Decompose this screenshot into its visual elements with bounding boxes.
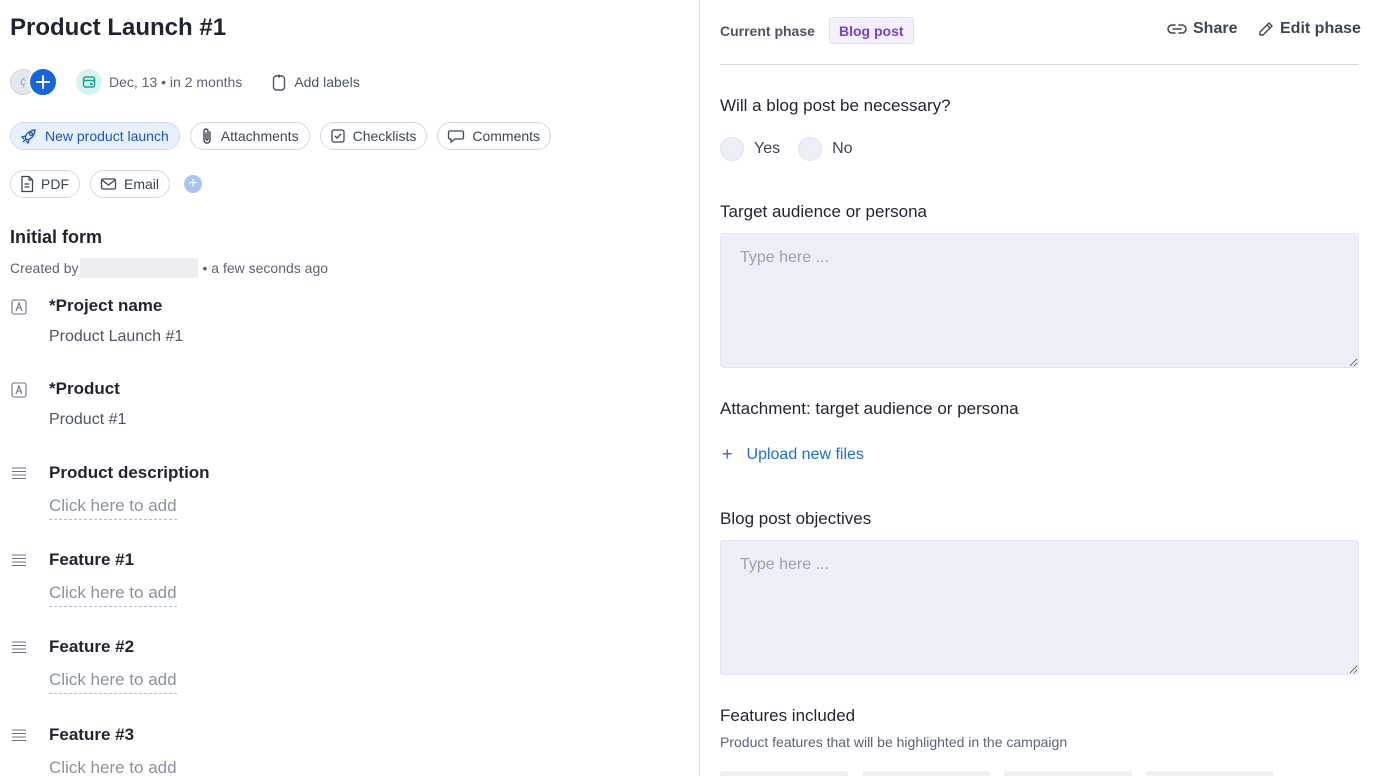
label-icon bbox=[273, 74, 286, 91]
field-label: Product description bbox=[49, 463, 210, 482]
field-feature-3: Feature #3 Click here to add bbox=[0, 725, 600, 776]
meta-row: ḉ Dec, 13 • in 2 months Add labels bbox=[10, 66, 360, 98]
field-value[interactable]: Product #1 bbox=[49, 411, 126, 429]
plus-icon bbox=[36, 75, 50, 89]
chip-email[interactable]: Email bbox=[90, 170, 171, 198]
question-blog-necessary: Will a blog post be necessary? bbox=[720, 96, 951, 115]
question-attachment: Attachment: target audience or persona bbox=[720, 399, 1019, 418]
question-objectives: Blog post objectives bbox=[720, 509, 872, 528]
feature-option[interactable] bbox=[1004, 771, 1132, 776]
paragraph-icon bbox=[12, 641, 26, 654]
radio-yes[interactable] bbox=[720, 137, 744, 161]
paragraph-icon bbox=[12, 554, 26, 567]
feature-option[interactable] bbox=[720, 771, 848, 776]
field-label: Feature #2 bbox=[49, 637, 135, 656]
record-panel: Product Launch #1 ḉ Dec, 13 • in 2 month… bbox=[0, 0, 700, 776]
pencil-icon bbox=[1259, 21, 1273, 36]
chip-checklists[interactable]: Checklists bbox=[319, 122, 428, 150]
paragraph-icon bbox=[12, 729, 26, 742]
add-member-button[interactable] bbox=[28, 67, 58, 97]
question-features: Features included bbox=[720, 706, 856, 725]
chip-pdf[interactable]: PDF bbox=[10, 170, 80, 198]
target-audience-input[interactable] bbox=[720, 233, 1359, 368]
add-labels-button[interactable]: Add labels bbox=[294, 74, 359, 90]
chip-label: Attachments bbox=[220, 128, 299, 144]
chip-label: Email bbox=[124, 176, 160, 192]
chip-label: PDF bbox=[41, 176, 69, 192]
field-label: *Project name bbox=[49, 296, 163, 315]
chip-label: Checklists bbox=[352, 128, 417, 144]
question-target-audience: Target audience or persona bbox=[720, 202, 927, 221]
radio-no[interactable] bbox=[798, 137, 823, 161]
radio-group: Yes No bbox=[720, 137, 871, 161]
click-to-add[interactable]: Click here to add bbox=[49, 670, 177, 694]
radio-label-no[interactable]: No bbox=[832, 140, 852, 158]
click-to-add[interactable]: Click here to add bbox=[49, 758, 177, 776]
chip-new-product-launch[interactable]: New product launch bbox=[10, 122, 180, 150]
action-chips: New product launch Attachments Checklist… bbox=[10, 122, 610, 198]
share-label: Share bbox=[1193, 20, 1238, 37]
edit-phase-button[interactable]: Edit phase bbox=[1257, 20, 1361, 38]
feature-option[interactable] bbox=[862, 771, 990, 776]
plus-icon: + bbox=[722, 444, 733, 464]
due-date[interactable]: Dec, 13 • in 2 months bbox=[109, 74, 242, 90]
edit-phase-label: Edit phase bbox=[1280, 20, 1361, 37]
feature-options bbox=[720, 771, 1274, 776]
text-field-icon bbox=[11, 382, 27, 398]
mail-icon bbox=[100, 178, 117, 190]
field-label: Feature #1 bbox=[49, 550, 135, 569]
click-to-add[interactable]: Click here to add bbox=[49, 583, 177, 607]
created-prefix: Created by bbox=[10, 260, 79, 276]
field-product-description: Product description Click here to add bbox=[0, 463, 600, 527]
field-feature-2: Feature #2 Click here to add bbox=[0, 637, 600, 701]
text-field-icon bbox=[11, 299, 27, 315]
chip-comments[interactable]: Comments bbox=[437, 122, 552, 150]
file-icon bbox=[21, 175, 34, 193]
upload-label: Upload new files bbox=[746, 445, 864, 463]
field-value[interactable]: Product Launch #1 bbox=[49, 328, 183, 346]
page-title: Product Launch #1 bbox=[10, 14, 227, 41]
chip-label: Comments bbox=[472, 128, 541, 144]
field-product: *Product Product #1 bbox=[0, 379, 600, 439]
field-label: *Product bbox=[49, 379, 120, 398]
radio-label-yes[interactable]: Yes bbox=[754, 140, 780, 158]
objectives-input[interactable] bbox=[720, 540, 1359, 675]
features-description: Product features that will be highlighte… bbox=[720, 734, 1068, 750]
rocket-icon bbox=[20, 129, 36, 145]
upload-files-button[interactable]: + Upload new files bbox=[722, 444, 864, 465]
field-label: Feature #3 bbox=[49, 725, 135, 744]
form-title: Initial form bbox=[10, 227, 103, 247]
paragraph-icon bbox=[12, 467, 26, 480]
checkbox-icon bbox=[330, 129, 345, 143]
field-feature-1: Feature #1 Click here to add bbox=[0, 550, 600, 614]
created-by: Created by • a few seconds ago bbox=[10, 258, 328, 278]
chip-label: New product launch bbox=[45, 128, 169, 144]
share-button[interactable]: Share bbox=[1167, 20, 1237, 38]
comment-icon bbox=[448, 130, 465, 144]
paperclip-icon bbox=[203, 128, 211, 144]
phase-panel: Current phase Blog post Share Edit phase… bbox=[700, 0, 1387, 776]
created-suffix: • a few seconds ago bbox=[202, 260, 329, 276]
calendar-icon[interactable] bbox=[76, 69, 102, 95]
add-chip-button[interactable]: + bbox=[184, 175, 203, 193]
current-phase-label: Current phase bbox=[720, 23, 815, 39]
redacted-user bbox=[80, 258, 199, 278]
feature-option[interactable] bbox=[1146, 771, 1274, 776]
click-to-add[interactable]: Click here to add bbox=[49, 496, 177, 520]
link-icon bbox=[1167, 24, 1187, 34]
field-project-name: *Project name Product Launch #1 bbox=[0, 296, 600, 356]
divider bbox=[720, 64, 1359, 65]
chip-attachments[interactable]: Attachments bbox=[189, 122, 310, 150]
phase-badge: Blog post bbox=[829, 17, 914, 44]
